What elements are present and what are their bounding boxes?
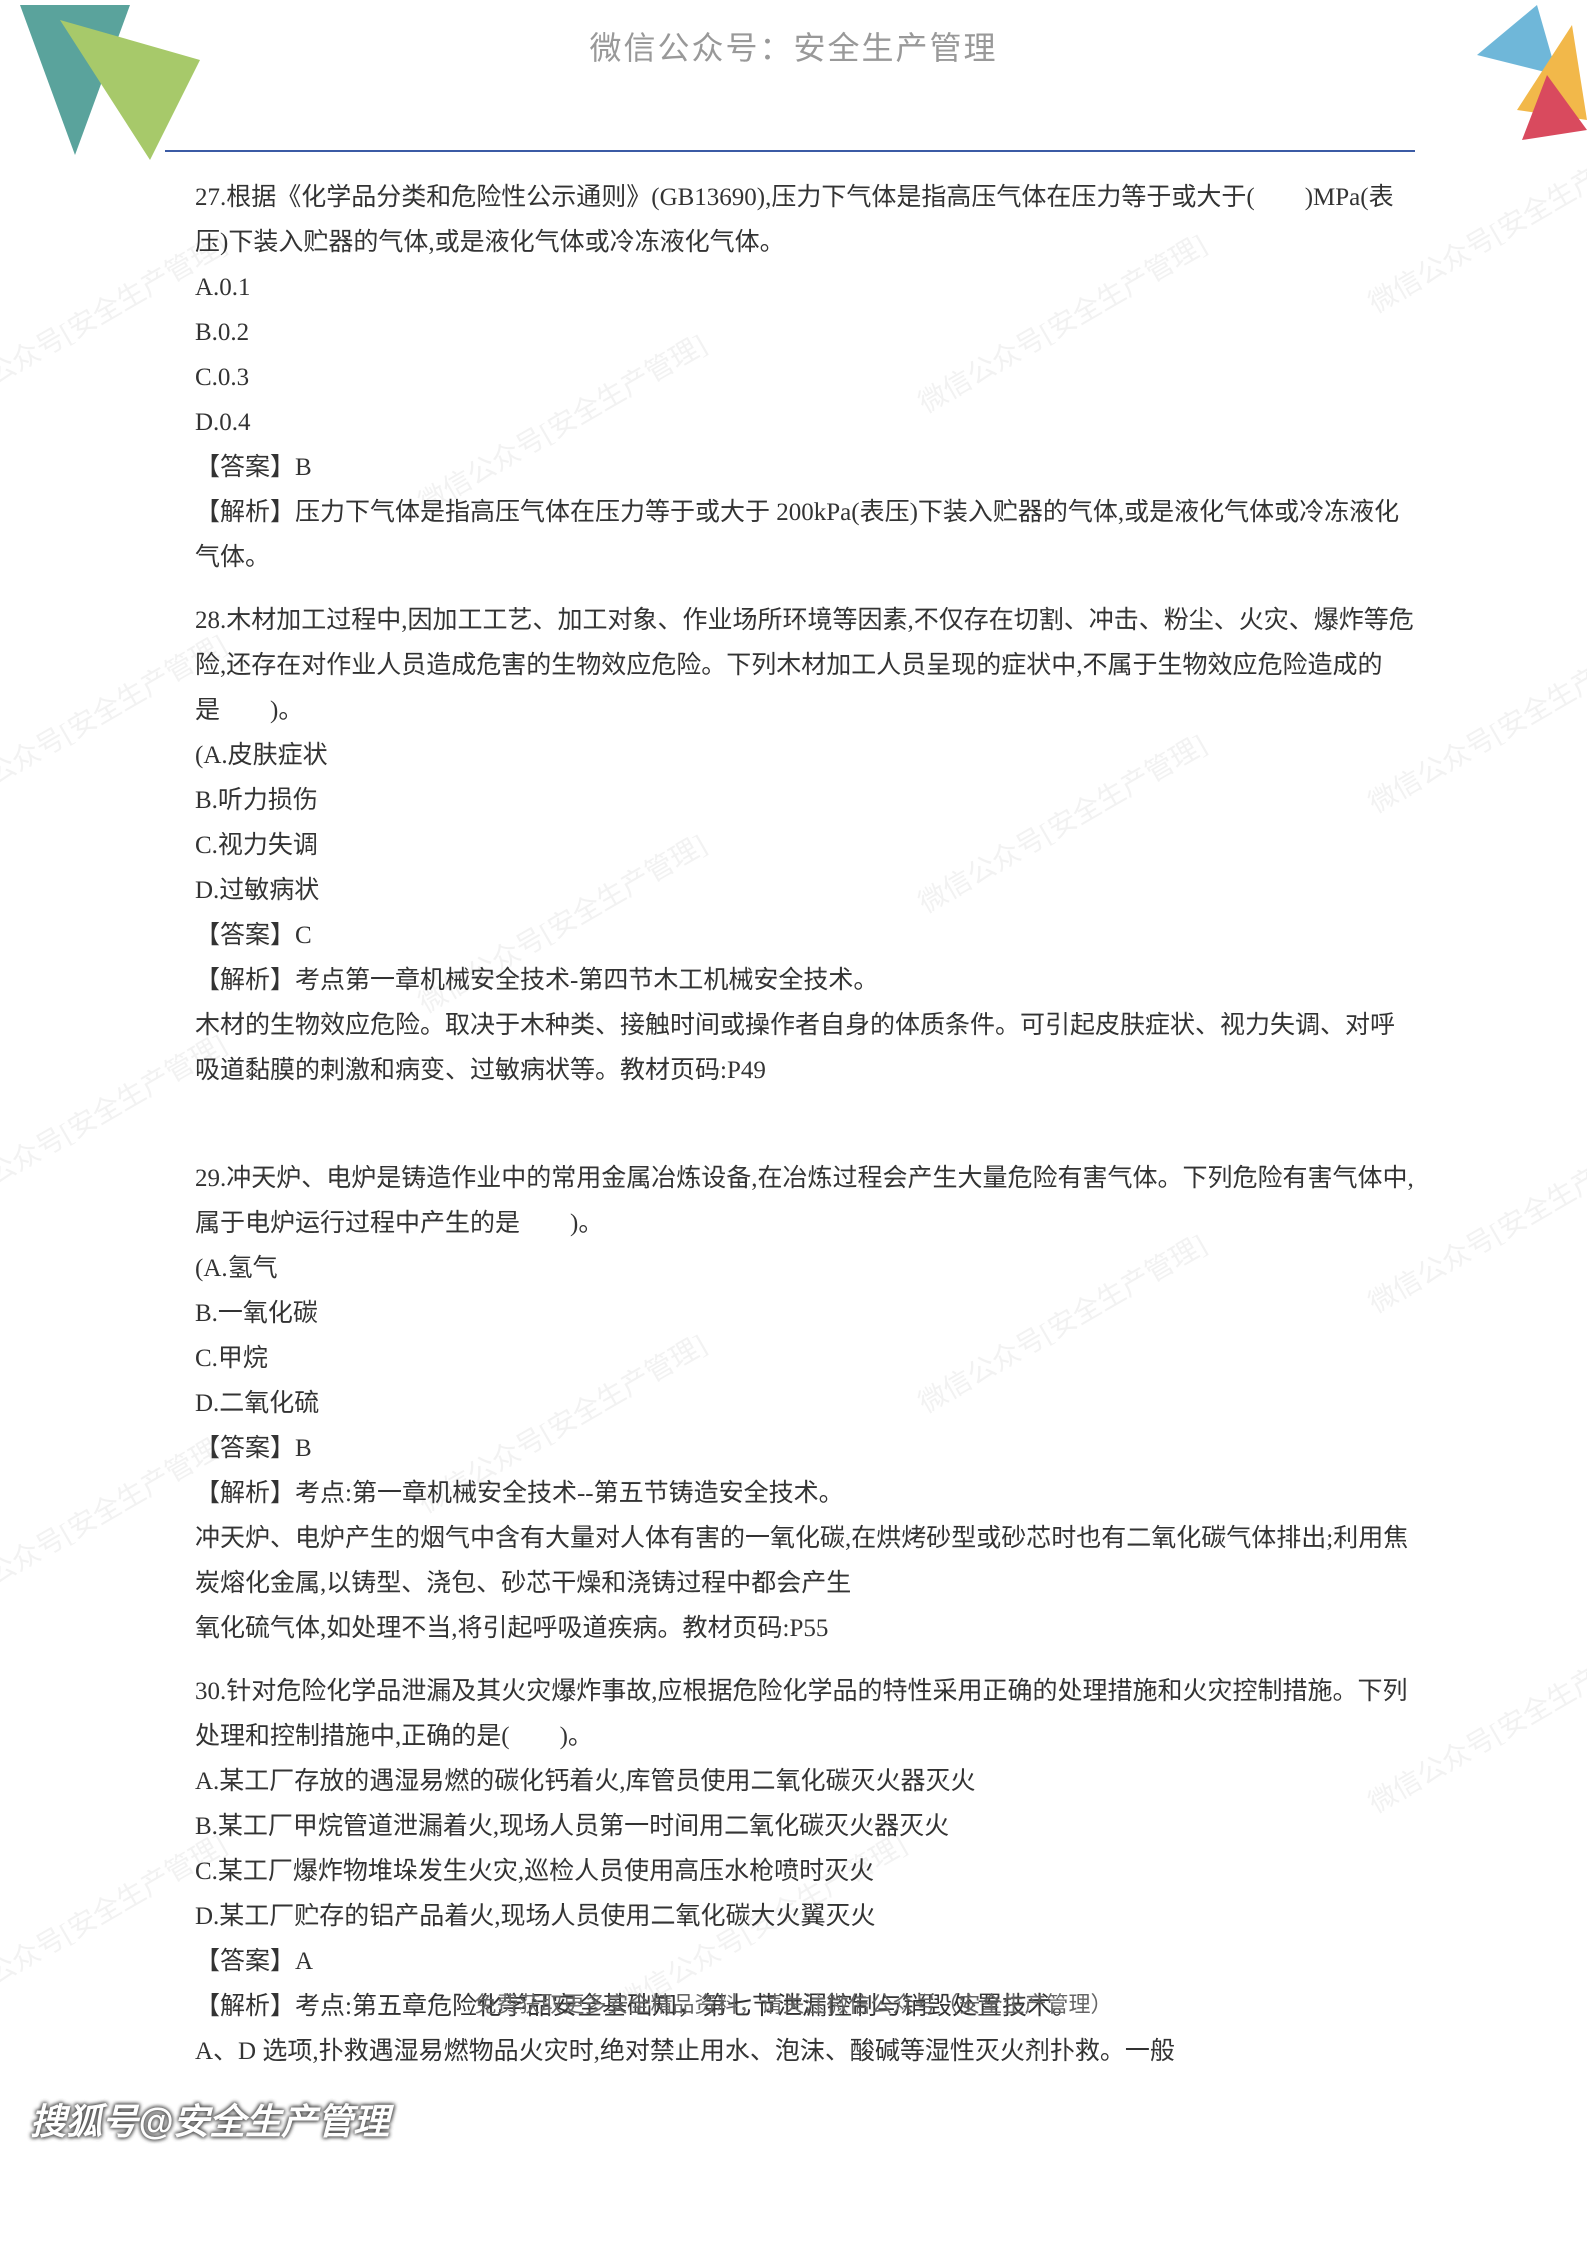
question-option: D.0.4	[195, 400, 1415, 445]
question-analysis: 【解析】压力下气体是指高压气体在压力等于或大于 200kPa(表压)下装入贮器的…	[195, 490, 1415, 580]
question-option: D.某工厂贮存的铝产品着火,现场人员使用二氧化碳大火翼灭火	[195, 1894, 1415, 1939]
question-option: A.0.1	[195, 265, 1415, 310]
question-block: 27.根据《化学品分类和危险性公示通则》(GB13690),压力下气体是指高压气…	[195, 175, 1415, 580]
question-option: C.某工厂爆炸物堆垛发生火灾,巡检人员使用高压水枪喷时灭火	[195, 1849, 1415, 1894]
footer-text: 免费获取更多安全精品资料，请关注微信公众号（安全生产管理）	[474, 1985, 1112, 2025]
question-option: C.0.3	[195, 355, 1415, 400]
analysis-text: 考点第一章机械安全技术-第四节木工机械安全技术。 木材的生物效应危险。取决于木种…	[195, 967, 1395, 1084]
answer-label: 【答案】	[195, 922, 295, 949]
answer-label: 【答案】	[195, 454, 295, 481]
analysis-label: 【解析】	[195, 1480, 295, 1507]
question-answer: 【答案】A	[195, 1939, 1415, 1984]
answer-label: 【答案】	[195, 1948, 295, 1975]
question-block: 29.冲天炉、电炉是铸造作业中的常用金属冶炼设备,在冶炼过程会产生大量危险有害气…	[195, 1156, 1415, 1651]
question-block: 28.木材加工过程中,因加工工艺、加工对象、作业场所环境等因素,不仅存在切割、冲…	[195, 598, 1415, 1138]
analysis-label: 【解析】	[195, 1993, 295, 2020]
header-divider	[165, 150, 1415, 152]
answer-value: B	[295, 1435, 312, 1462]
question-stem: 29.冲天炉、电炉是铸造作业中的常用金属冶炼设备,在冶炼过程会产生大量危险有害气…	[195, 1156, 1415, 1246]
question-answer: 【答案】B	[195, 445, 1415, 490]
question-option: D.过敏病状	[195, 868, 1415, 913]
question-option: B.0.2	[195, 310, 1415, 355]
analysis-label: 【解析】	[195, 499, 295, 526]
question-option: (A.皮肤症状	[195, 733, 1415, 778]
answer-value: C	[295, 922, 312, 949]
question-option: A.某工厂存放的遇湿易燃的碳化钙着火,库管员使用二氧化碳灭火器灭火	[195, 1759, 1415, 1804]
analysis-text: 压力下气体是指高压气体在压力等于或大于 200kPa(表压)下装入贮器的气体,或…	[195, 499, 1399, 571]
analysis-label: 【解析】	[195, 967, 295, 994]
question-stem: 27.根据《化学品分类和危险性公示通则》(GB13690),压力下气体是指高压气…	[195, 175, 1415, 265]
question-option: C.甲烷	[195, 1336, 1415, 1381]
decoration-top-right	[1417, 0, 1587, 150]
question-stem: 30.针对危险化学品泄漏及其火灾爆炸事故,应根据危险化学品的特性采用正确的处理措…	[195, 1669, 1415, 1759]
question-analysis: 【解析】考点:第一章机械安全技术--第五节铸造安全技术。 冲天炉、电炉产生的烟气…	[195, 1471, 1415, 1651]
question-option: B.一氧化碳	[195, 1291, 1415, 1336]
analysis-text: 考点:第一章机械安全技术--第五节铸造安全技术。 冲天炉、电炉产生的烟气中含有大…	[195, 1480, 1408, 1642]
answer-value: B	[295, 454, 312, 481]
answer-label: 【答案】	[195, 1435, 295, 1462]
question-option: (A.氢气	[195, 1246, 1415, 1291]
question-answer: 【答案】B	[195, 1426, 1415, 1471]
question-analysis: 【解析】考点第一章机械安全技术-第四节木工机械安全技术。 木材的生物效应危险。取…	[195, 958, 1415, 1093]
answer-value: A	[295, 1948, 313, 1975]
header-watermark: 微信公众号：安全生产管理	[589, 20, 997, 78]
question-answer: 【答案】C	[195, 913, 1415, 958]
sohu-attribution: 搜狐号@安全生产管理	[30, 2090, 389, 2155]
question-option: C.视力失调	[195, 823, 1415, 868]
main-content: 27.根据《化学品分类和危险性公示通则》(GB13690),压力下气体是指高压气…	[195, 175, 1415, 2092]
question-option: D.二氧化硫	[195, 1381, 1415, 1426]
question-option: B.某工厂甲烷管道泄漏着火,现场人员第一时间用二氧化碳灭火器灭火	[195, 1804, 1415, 1849]
question-stem: 28.木材加工过程中,因加工工艺、加工对象、作业场所环境等因素,不仅存在切割、冲…	[195, 598, 1415, 733]
question-option: B.听力损伤	[195, 778, 1415, 823]
decoration-top-left	[0, 0, 230, 180]
